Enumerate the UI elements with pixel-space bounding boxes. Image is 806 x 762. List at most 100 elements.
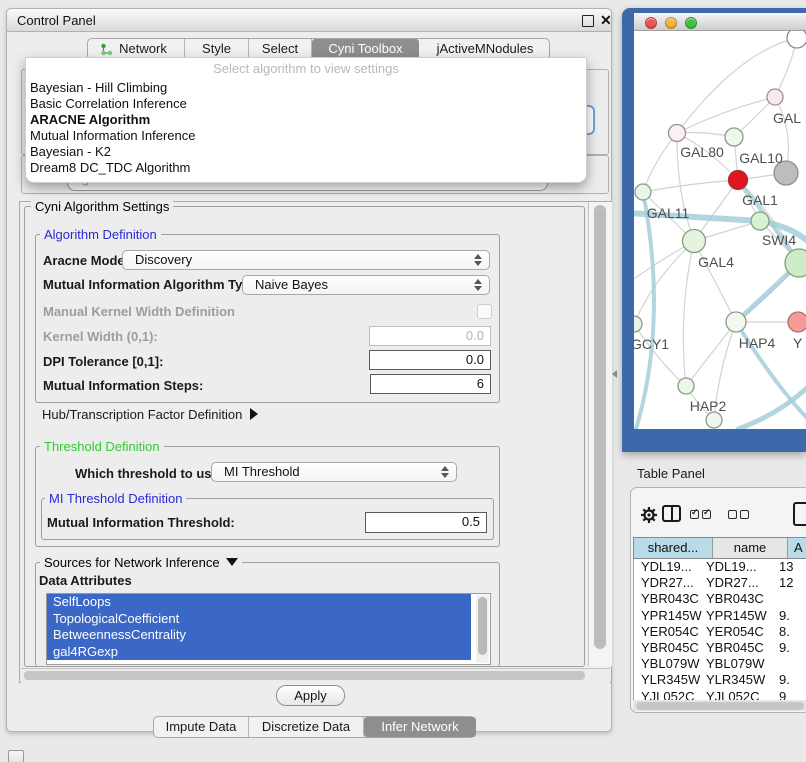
gear-icon[interactable]: [640, 506, 658, 524]
table-row[interactable]: YDL19...YDL19...13: [634, 559, 806, 575]
mi-threshold-field[interactable]: 0.5: [365, 512, 487, 533]
tab-infer-network[interactable]: Infer Network: [364, 717, 476, 737]
data-attribute-option[interactable]: SelfLoops: [47, 594, 471, 611]
settings-vertical-scrollbar[interactable]: [588, 202, 612, 666]
zoom-traffic-light-icon[interactable]: [685, 17, 697, 29]
network-node[interactable]: [683, 230, 706, 253]
algorithm-option[interactable]: Bayesian - Hill Climbing: [29, 80, 583, 96]
network-edge[interactable]: [643, 133, 677, 192]
dropdown-placeholder: Select algorithm to view settings: [26, 61, 586, 76]
table-cell: YER054C: [706, 624, 764, 640]
network-window-titlebar[interactable]: [634, 13, 806, 31]
table-cell: YDL19...: [641, 559, 692, 575]
table-cell: 9.: [779, 640, 790, 656]
network-node-label: GAL1: [742, 192, 778, 208]
tab-impute-data[interactable]: Impute Data: [154, 717, 249, 737]
mi-type-combo[interactable]: Naive Bayes: [242, 275, 490, 295]
algorithm-option[interactable]: ARACNE Algorithm: [29, 112, 583, 128]
network-edge[interactable]: [643, 180, 738, 192]
which-threshold-combo[interactable]: MI Threshold: [211, 462, 457, 482]
network-node[interactable]: [706, 412, 722, 428]
aracne-mode-combo[interactable]: Discovery: [122, 250, 490, 270]
data-attribute-option[interactable]: BetweennessCentrality: [47, 627, 471, 644]
column-header-partial[interactable]: A: [788, 538, 806, 558]
network-node[interactable]: [678, 378, 694, 394]
column-header-shared-name[interactable]: shared...: [634, 538, 713, 558]
sources-group-title[interactable]: Sources for Network Inference: [40, 555, 242, 570]
table-cell: 12: [779, 575, 793, 591]
network-edge[interactable]: [683, 241, 694, 386]
algorithm-option[interactable]: Mutual Information Inference: [29, 128, 583, 144]
combo-stepper-icon: [474, 253, 482, 267]
scrollbar-thumb[interactable]: [636, 702, 804, 710]
tab-network[interactable]: Network: [88, 39, 185, 59]
network-node[interactable]: [785, 249, 806, 277]
close-icon[interactable]: ✕: [600, 12, 612, 29]
dpi-tolerance-field[interactable]: 0.0: [369, 350, 491, 370]
cyni-settings-group-title: Cyni Algorithm Settings: [31, 199, 173, 214]
table-row[interactable]: YBR045CYBR045C9.: [634, 640, 806, 656]
minimize-traffic-light-icon[interactable]: [665, 17, 677, 29]
table-row[interactable]: YLR345WYLR345W9.: [634, 672, 806, 688]
table-header-row: shared... name A: [633, 537, 806, 559]
table-row[interactable]: YDR27...YDR27...12: [634, 575, 806, 591]
table-cell: YDR27...: [706, 575, 759, 591]
split-table-icon[interactable]: [662, 505, 681, 522]
algorithm-option[interactable]: Bayesian - K2: [29, 144, 583, 160]
network-node[interactable]: [725, 128, 743, 146]
apply-button[interactable]: Apply: [276, 685, 345, 706]
network-node-label: Y: [793, 335, 803, 351]
network-node-label: GAL80: [680, 144, 724, 160]
kernel-width-field[interactable]: 0.0: [369, 326, 491, 346]
tab-select[interactable]: Select: [249, 39, 312, 59]
network-edge[interactable]: [634, 241, 694, 324]
float-window-icon[interactable]: [582, 15, 594, 27]
network-edge[interactable]: [636, 192, 654, 429]
algorithm-option[interactable]: Dream8 DC_TDC Algorithm: [29, 160, 583, 176]
expanded-arrow-icon: [226, 558, 238, 566]
listbox-scrollbar[interactable]: [476, 595, 489, 663]
network-node[interactable]: [726, 312, 746, 332]
tab-style[interactable]: Style: [185, 39, 249, 59]
document-icon[interactable]: [793, 502, 806, 526]
table-horizontal-scrollbar[interactable]: [633, 700, 806, 711]
algorithm-option[interactable]: Basic Correlation Inference: [29, 96, 583, 112]
network-edge[interactable]: [686, 322, 736, 386]
table-row[interactable]: YER054CYER054C8.: [634, 624, 806, 640]
column-header-name[interactable]: name: [713, 538, 788, 558]
table-row[interactable]: YBL079WYBL079W: [634, 656, 806, 672]
tab-cyni-toolbox[interactable]: Cyni Toolbox: [312, 39, 419, 59]
network-node[interactable]: [634, 316, 642, 332]
network-node[interactable]: [729, 171, 748, 190]
deselect-all-checkbox-icon[interactable]: [728, 510, 737, 519]
table-cell: YBL079W: [706, 656, 765, 672]
network-icon: [100, 43, 113, 56]
close-traffic-light-icon[interactable]: [645, 17, 657, 29]
network-node[interactable]: [751, 212, 769, 230]
tab-discretize-data[interactable]: Discretize Data: [249, 717, 364, 737]
network-node[interactable]: [788, 312, 806, 332]
mi-steps-field[interactable]: 6: [370, 374, 491, 394]
network-node[interactable]: [787, 31, 806, 48]
select-all-checkbox-icon[interactable]: [690, 510, 699, 519]
table-row[interactable]: YPR145WYPR145W9.: [634, 608, 806, 624]
network-edge[interactable]: [634, 324, 686, 386]
network-node[interactable]: [767, 89, 783, 105]
network-view-window[interactable]: GALGAL80GAL10GAL1GAL11SWI4GAL4GCY1HAP4YH…: [622, 8, 806, 452]
scrollbar-thumb[interactable]: [24, 671, 585, 680]
network-node[interactable]: [669, 125, 686, 142]
scrollbar-thumb[interactable]: [594, 205, 606, 649]
settings-horizontal-scrollbar[interactable]: [21, 668, 610, 683]
table-cell: YBR043C: [641, 591, 699, 607]
tab-jactivemnodules[interactable]: jActiveMNodules: [419, 39, 551, 59]
manual-kernel-checkbox[interactable]: [477, 304, 492, 319]
select-all-checkbox-icon[interactable]: [702, 510, 711, 519]
network-canvas[interactable]: GALGAL80GAL10GAL1GAL11SWI4GAL4GCY1HAP4YH…: [634, 31, 806, 429]
table-row[interactable]: YBR043CYBR043C: [634, 591, 806, 607]
network-node[interactable]: [635, 184, 651, 200]
data-attribute-option[interactable]: gal4RGexp: [47, 644, 471, 661]
minimized-panel-icon[interactable]: [8, 750, 24, 762]
data-attribute-option[interactable]: TopologicalCoefficient: [47, 611, 471, 628]
panel-splitter-grip[interactable]: [612, 370, 617, 378]
deselect-all-checkbox-icon[interactable]: [740, 510, 749, 519]
